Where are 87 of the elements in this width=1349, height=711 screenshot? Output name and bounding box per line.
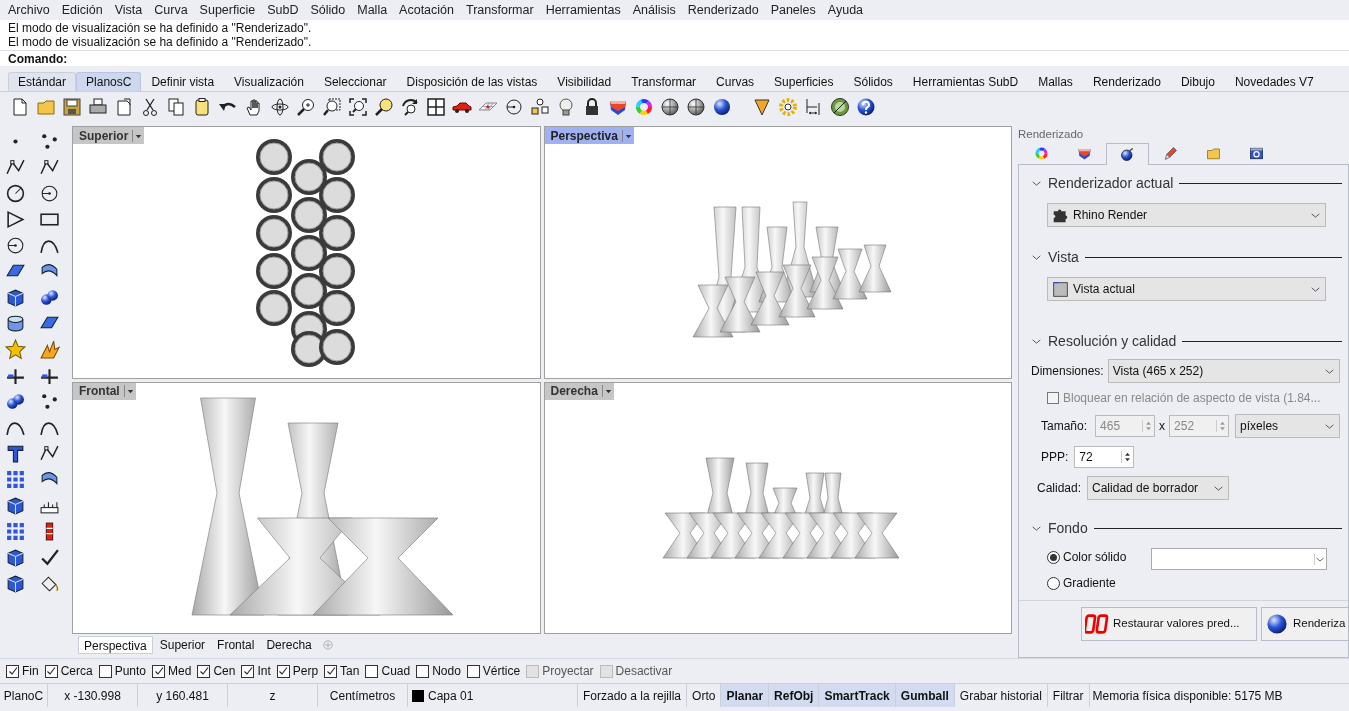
status-toggle[interactable]: RefObj — [769, 684, 820, 707]
checkbox-label[interactable]: Vértice — [482, 662, 521, 680]
status-toggle[interactable]: Gumball — [895, 684, 955, 707]
menu-item[interactable]: Herramientas — [539, 0, 627, 20]
menu-item[interactable]: Vista — [108, 0, 149, 20]
toolbar-tab[interactable]: Visibilidad — [547, 72, 622, 91]
checkbox-label[interactable]: Fin — [22, 662, 39, 680]
toolbar-tab[interactable]: Novedades V7 — [1224, 72, 1324, 91]
checkbox-label[interactable]: Med — [168, 662, 192, 680]
menu-item[interactable]: Acotación — [393, 0, 460, 20]
section-heading[interactable]: Fondo — [1048, 517, 1088, 539]
viewport-tab[interactable]: Superior — [154, 636, 211, 654]
coordinate-field: y 160.481 — [138, 684, 228, 707]
menu-item[interactable]: Superficie — [193, 0, 262, 20]
toolbar-tab[interactable]: Curvas — [706, 72, 765, 91]
checkbox-label[interactable]: Perp — [292, 662, 319, 680]
command-history-line: El modo de visualización se ha definido a "Renderizado". — [8, 21, 312, 35]
viewport-tab[interactable]: Derecha — [261, 636, 317, 654]
toolbar-tab[interactable]: Seleccionar — [313, 72, 397, 91]
section-heading[interactable]: Resolución y calidad — [1048, 330, 1177, 352]
quality-dropdown[interactable]: Calidad de borrador — [1087, 476, 1230, 500]
renderer-dropdown[interactable]: Rhino Render — [1047, 203, 1326, 227]
field-label: Dimensiones: — [1031, 363, 1104, 380]
toolbar-tab[interactable]: Mallas — [1028, 72, 1083, 91]
menu-item[interactable]: Malla — [351, 0, 394, 20]
section-heading[interactable]: Renderizador actual — [1048, 172, 1174, 194]
checkbox-label[interactable]: Int — [257, 662, 271, 680]
units-field[interactable]: Centímetros — [318, 684, 408, 707]
command-history-line: El modo de visualización se ha definido a "Renderizado". — [8, 35, 312, 49]
status-toggle[interactable]: Grabar historial — [954, 684, 1048, 707]
panel-title: Renderizado — [1018, 127, 1085, 142]
status-toggle[interactable]: Filtrar — [1047, 684, 1090, 707]
command-prompt[interactable]: Comando: — [8, 51, 68, 66]
checkbox-label[interactable]: Nodo — [432, 662, 461, 680]
radio-label[interactable]: Gradiente — [1063, 574, 1116, 592]
dimensions-dropdown[interactable]: Vista (465 x 252) — [1107, 359, 1340, 383]
field-label: PPP: — [1041, 449, 1069, 466]
viewport-title[interactable]: Derecha — [544, 382, 614, 400]
menu-item[interactable]: Sólido — [304, 0, 352, 20]
toolbar-tab[interactable]: PlanosC — [76, 72, 142, 91]
toolbar-tab[interactable]: Dibujo — [1170, 72, 1225, 91]
menu-item[interactable]: Curva — [148, 0, 194, 20]
menu-item[interactable]: Archivo — [2, 0, 56, 20]
toolbar-tab[interactable]: Sólidos — [843, 72, 903, 91]
radio-label[interactable]: Color sólido — [1063, 548, 1127, 566]
viewport-tab[interactable]: Frontal — [212, 636, 260, 654]
viewport-title[interactable]: Superior — [73, 127, 145, 144]
toolbar-tab[interactable]: Superficies — [764, 72, 844, 91]
render-button[interactable]: Renderiza — [1261, 607, 1349, 641]
status-toggle[interactable]: SmartTrack — [819, 684, 896, 707]
checkbox-label[interactable]: Cerca — [60, 662, 93, 680]
checkbox-label[interactable]: Cen — [213, 662, 236, 680]
checkbox-label[interactable]: Punto — [114, 662, 147, 680]
menu-item[interactable]: Paneles — [764, 0, 822, 20]
field-label: Calidad: — [1037, 480, 1082, 497]
toolbar-tab[interactable]: Visualización — [224, 72, 314, 91]
cplane-field[interactable]: PlanoC — [0, 684, 48, 707]
menu-item[interactable]: Transformar — [460, 0, 540, 20]
status-toggle[interactable]: Planar — [721, 684, 770, 707]
status-toggle[interactable]: Forzado a la rejilla — [578, 684, 688, 707]
memory-status: Memoria física disponible: 5175 MB — [1091, 687, 1283, 705]
menu-item[interactable]: SubD — [261, 0, 305, 20]
toolbar-tab[interactable]: Renderizado — [1082, 72, 1171, 91]
toolbar-tab[interactable]: Disposición de las vistas — [396, 72, 548, 91]
viewport-title[interactable]: Perspectiva — [544, 127, 634, 144]
coordinate-field: x -130.998 — [48, 684, 138, 707]
toolbar-tab[interactable]: Definir vista — [141, 72, 225, 91]
number-field[interactable]: 72 — [1074, 446, 1135, 468]
menu-item[interactable]: Ayuda — [821, 0, 870, 20]
checkbox-label[interactable]: Cuad — [381, 662, 411, 680]
menu-item[interactable]: Edición — [55, 0, 109, 20]
section-heading[interactable]: Vista — [1048, 246, 1079, 268]
menu-item[interactable]: Renderizado — [681, 0, 765, 20]
checkbox-label[interactable]: Tan — [340, 662, 360, 680]
toolbar-tab[interactable]: Transformar — [621, 72, 707, 91]
menu-item[interactable]: Análisis — [626, 0, 682, 20]
times-sign: x — [1159, 418, 1166, 435]
viewport-tab[interactable]: Perspectiva — [78, 636, 153, 654]
field-label: Tamaño: — [1041, 418, 1088, 435]
toolbar-tab[interactable]: Estándar — [8, 72, 77, 91]
coordinate-field: z — [228, 684, 318, 707]
unit-dropdown[interactable]: píxeles — [1235, 414, 1340, 438]
layer-field[interactable]: Capa 01 — [428, 686, 474, 705]
restore-defaults-button[interactable]: Restaurar valores pred... — [1081, 607, 1257, 641]
view-dropdown[interactable]: Vista actual — [1047, 277, 1326, 301]
viewport-title[interactable]: Frontal — [73, 382, 136, 400]
toolbar-tab[interactable]: Herramientas SubD — [902, 72, 1029, 91]
